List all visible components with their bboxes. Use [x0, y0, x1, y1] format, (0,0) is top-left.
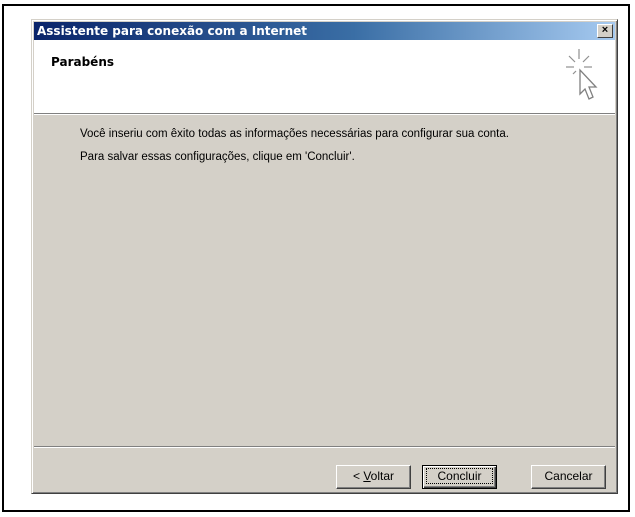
- close-button[interactable]: ×: [597, 24, 613, 38]
- window-title: Assistente para conexão com a Internet: [37, 24, 308, 38]
- back-button-label: oltar: [370, 469, 395, 483]
- save-instruction: Para salvar essas configurações, clique …: [80, 151, 355, 163]
- title-bar[interactable]: Assistente para conexão com a Internet ×: [34, 22, 615, 40]
- footer-separator: [34, 446, 615, 448]
- success-message: Você inseriu com êxito todas as informaç…: [80, 128, 509, 140]
- wizard-cursor-sparkle-icon: [566, 49, 598, 100]
- back-button-accelerator: V: [363, 469, 371, 483]
- cancel-button[interactable]: Cancelar: [531, 465, 606, 489]
- close-icon: ×: [601, 24, 609, 36]
- cancel-button-label: Cancelar: [544, 469, 593, 483]
- finish-button-label: Concluir: [426, 468, 493, 484]
- wizard-header: Parabéns: [34, 40, 615, 115]
- wizard-dialog: Assistente para conexão com a Internet ×…: [31, 19, 618, 494]
- finish-button[interactable]: Concluir: [422, 465, 497, 489]
- back-button[interactable]: < Voltar: [336, 465, 411, 489]
- page-title: Parabéns: [51, 55, 114, 69]
- back-button-prefix: <: [352, 469, 364, 483]
